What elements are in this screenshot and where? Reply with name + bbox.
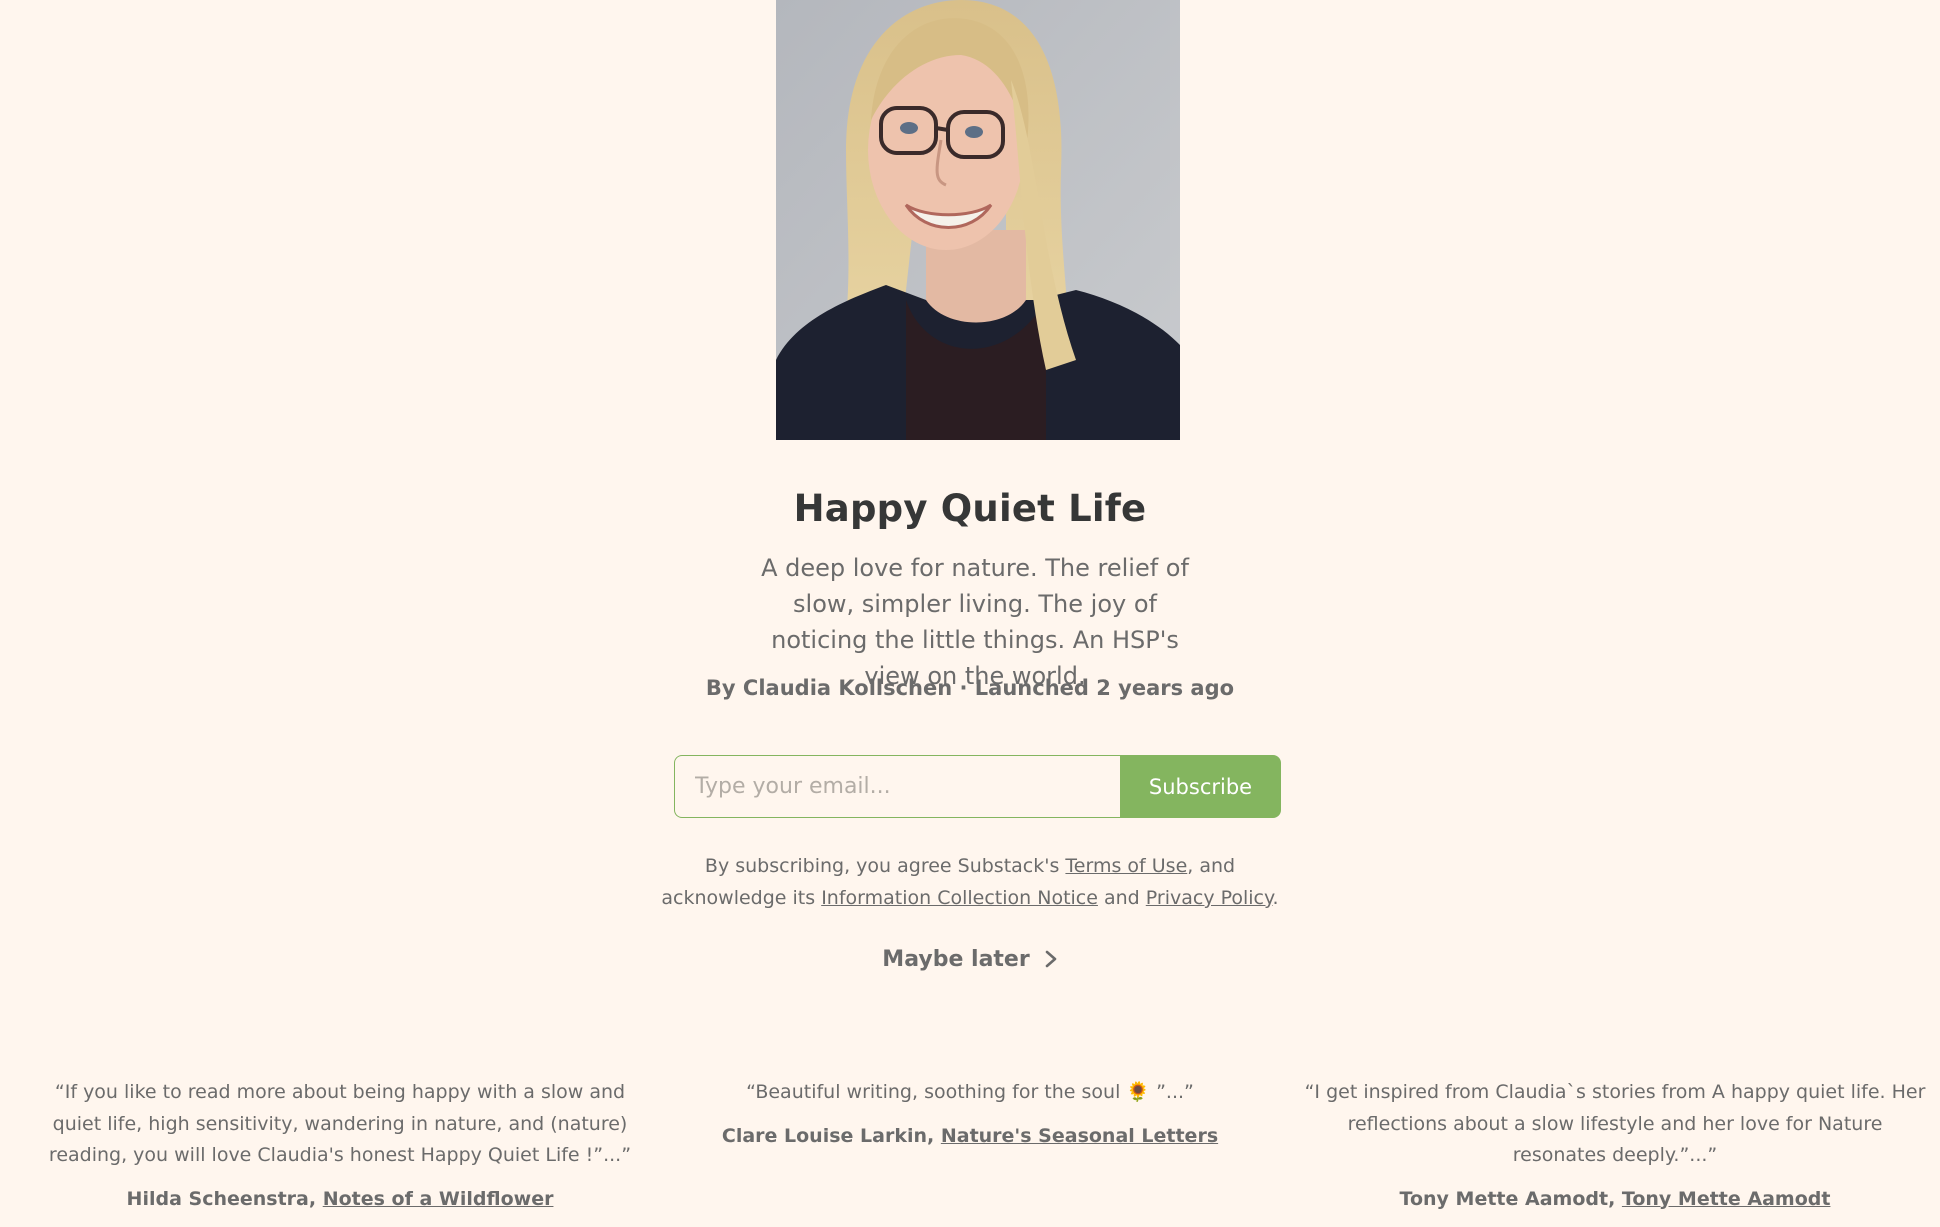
terms-prefix: By subscribing, you agree Substack's xyxy=(704,855,1066,877)
chevron-right-icon xyxy=(1045,950,1057,968)
testimonial-attribution: Hilda Scheenstra, Notes of a Wildflower xyxy=(30,1184,650,1216)
maybe-later-button[interactable]: Maybe later xyxy=(870,942,1070,976)
testimonial-quote: “If you like to read more about being ha… xyxy=(48,1081,632,1166)
testimonial-author: Clare Louise Larkin, xyxy=(721,1124,941,1147)
maybe-later-label: Maybe later xyxy=(882,946,1030,972)
subscribe-form: Subscribe xyxy=(674,755,1281,818)
testimonial-quote: “Beautiful writing, soothing for the sou… xyxy=(746,1081,1194,1103)
publication-description: A deep love for nature. The relief of sl… xyxy=(761,554,1189,690)
email-input[interactable] xyxy=(674,755,1120,818)
subscribe-page: Happy Quiet Life A deep love for nature.… xyxy=(0,0,1940,1227)
publication-title: Happy Quiet Life xyxy=(793,487,1147,530)
testimonial-author: Tony Mette Aamodt, xyxy=(1399,1187,1622,1210)
testimonial-quote: “I get inspired from Claudia`s stories f… xyxy=(1304,1081,1926,1166)
publication-byline: By Claudia Kollschen · Launched 2 years … xyxy=(705,676,1235,700)
testimonial-publication-link[interactable]: Nature's Seasonal Letters xyxy=(941,1125,1218,1147)
testimonial-attribution: Tony Mette Aamodt, Tony Mette Aamodt xyxy=(1300,1184,1930,1216)
subscribe-button[interactable]: Subscribe xyxy=(1120,755,1281,818)
terms-and: and xyxy=(1097,887,1146,909)
privacy-policy-link[interactable]: Privacy Policy xyxy=(1146,887,1273,909)
testimonial-author: Hilda Scheenstra, xyxy=(126,1187,323,1210)
testimonial-publication-link[interactable]: Notes of a Wildflower xyxy=(323,1188,554,1210)
testimonial-attribution: Clare Louise Larkin, Nature's Seasonal L… xyxy=(660,1121,1280,1153)
information-collection-notice-link[interactable]: Information Collection Notice xyxy=(821,887,1098,909)
author-photo xyxy=(776,0,1180,440)
terms-of-use-link[interactable]: Terms of Use xyxy=(1065,855,1187,877)
testimonial-card: “If you like to read more about being ha… xyxy=(30,1077,650,1215)
testimonial-card: “I get inspired from Claudia`s stories f… xyxy=(1300,1077,1930,1215)
testimonial-card: “Beautiful writing, soothing for the sou… xyxy=(660,1077,1280,1152)
terms-notice: By subscribing, you agree Substack's Ter… xyxy=(660,850,1280,914)
terms-suffix: . xyxy=(1272,887,1279,909)
testimonial-publication-link[interactable]: Tony Mette Aamodt xyxy=(1622,1188,1831,1210)
